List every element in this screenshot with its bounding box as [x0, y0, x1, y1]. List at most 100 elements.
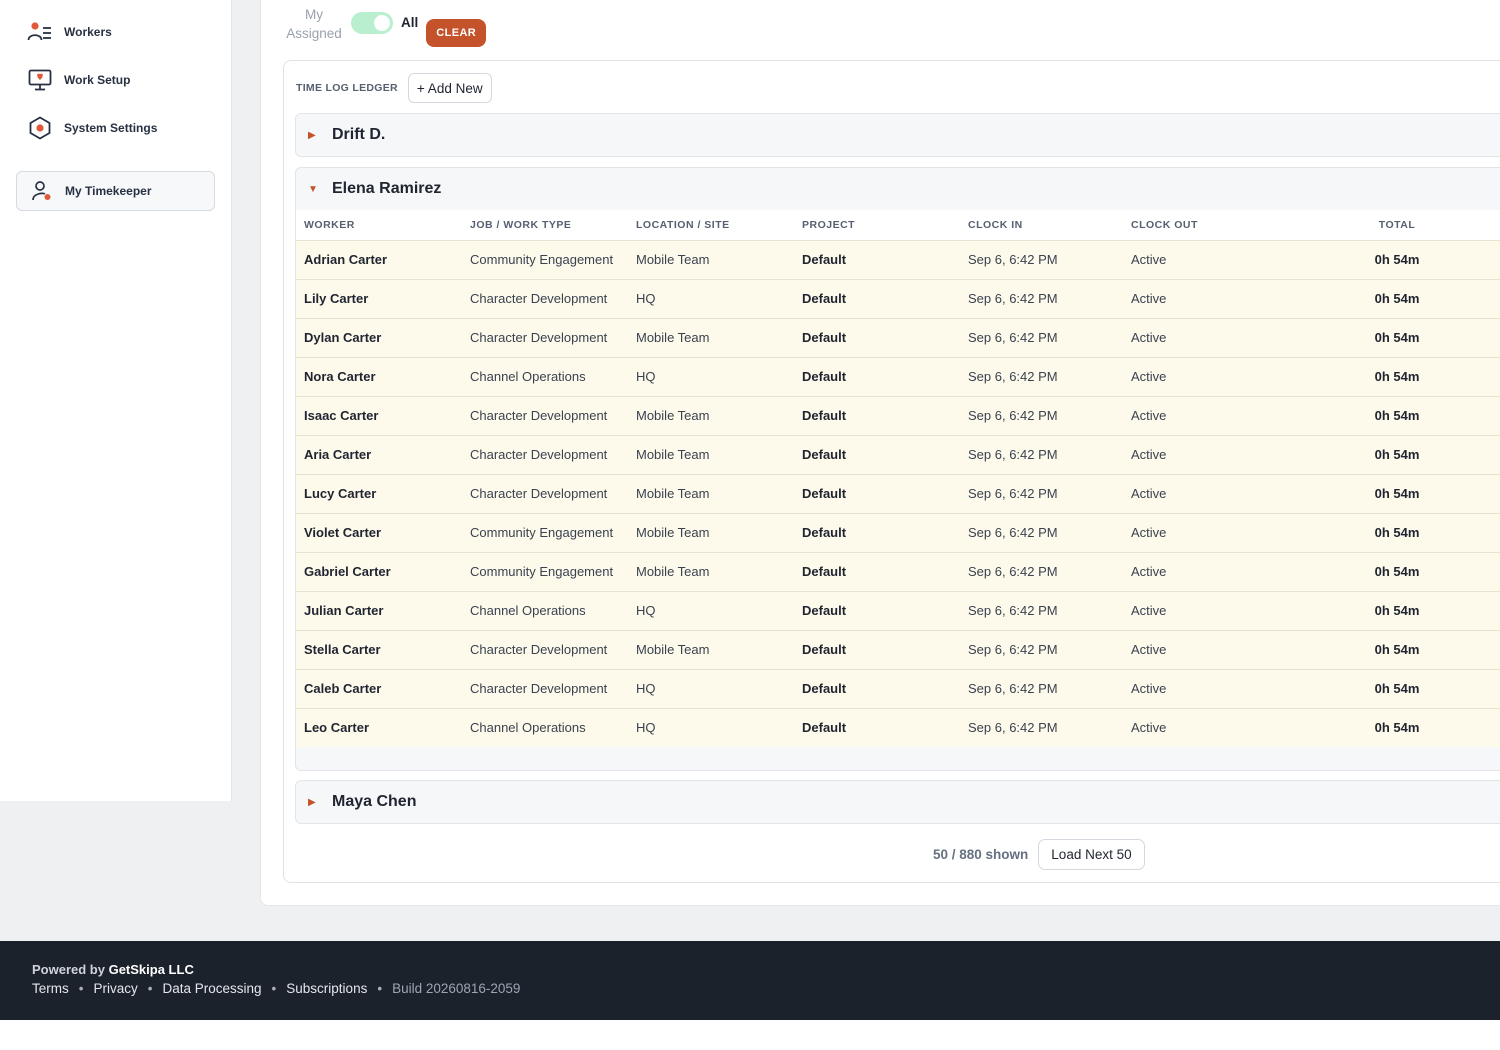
project-cell: Default [794, 473, 960, 513]
subscriptions-link[interactable]: Subscriptions [286, 981, 367, 996]
clock-in-cell: Sep 6, 6:42 PM [960, 629, 1123, 669]
table-row[interactable]: Gabriel Carter Community Engagement Mobile… [296, 551, 1500, 591]
group-header[interactable]: ▼ Elena Ramirez [296, 168, 1500, 210]
job-cell: Channel Operations [462, 356, 628, 396]
total-cell: 0h 54m [1286, 512, 1500, 552]
terms-link[interactable]: Terms [32, 981, 69, 996]
location-cell: Mobile Team [628, 434, 794, 474]
job-cell: Character Development [462, 434, 628, 474]
table-row[interactable]: Stella Carter Character Development Mobile… [296, 629, 1500, 669]
group-header[interactable]: ▶ Drift D. [296, 114, 1500, 156]
table-header-row: WORKER JOB / WORK TYPE LOCATION / SITE P… [296, 210, 1500, 240]
clock-in-cell: Sep 6, 6:42 PM [960, 434, 1123, 474]
clear-button[interactable]: CLEAR [426, 19, 487, 47]
table-row[interactable]: Nora Carter Channel Operations HQ Default Se… [296, 356, 1500, 396]
pager: 50 / 880 shown Load Next 50 [933, 839, 1145, 870]
project-cell: Default [794, 512, 960, 552]
total-cell: 0h 54m [1286, 629, 1500, 669]
sidebar-item-work-setup[interactable]: Work Setup [26, 66, 130, 94]
data-processing-link[interactable]: Data Processing [162, 981, 261, 996]
total-cell: 0h 54m [1286, 239, 1500, 279]
table-row[interactable]: Julian Carter Channel Operations HQ Default… [296, 590, 1500, 630]
monitor-icon [26, 66, 54, 94]
table-row[interactable]: Violet Carter Community Engagement Mobile … [296, 512, 1500, 552]
clock-in-cell: Sep 6, 6:42 PM [960, 278, 1123, 318]
job-cell: Character Development [462, 317, 628, 357]
total-cell: 0h 54m [1286, 590, 1500, 630]
load-next-button[interactable]: Load Next 50 [1038, 839, 1145, 870]
worker-cell: Lucy Carter [296, 473, 462, 513]
shown-count: 50 / 880 shown [933, 847, 1029, 862]
sidebar-item-label: Work Setup [64, 73, 131, 87]
caret-down-icon: ▼ [308, 183, 318, 195]
footer: Powered by GetSkipa LLC Terms • Privacy … [0, 941, 1500, 1020]
project-cell: Default [794, 239, 960, 279]
table-row[interactable]: Dylan Carter Character Development Mobile … [296, 317, 1500, 357]
toggle-knob [374, 15, 390, 31]
total-cell: 0h 54m [1286, 278, 1500, 318]
job-cell: Channel Operations [462, 707, 628, 747]
table-row[interactable]: Lily Carter Character Development HQ Defaul… [296, 278, 1500, 318]
location-cell: Mobile Team [628, 512, 794, 552]
separator: • [147, 981, 153, 996]
assigned-all-toggle[interactable] [351, 12, 393, 34]
location-cell: Mobile Team [628, 473, 794, 513]
add-new-button[interactable]: + Add New [407, 73, 492, 103]
column-header-total[interactable]: TOTAL [1286, 210, 1500, 240]
separator: • [377, 981, 383, 996]
total-cell: 0h 54m [1286, 707, 1500, 747]
powered-prefix: Powered by [32, 962, 105, 977]
worker-cell: Adrian Carter [296, 239, 462, 279]
table-row[interactable]: Adrian Carter Community Engagement Mobile … [296, 239, 1500, 279]
company-name: GetSkipa LLC [108, 962, 194, 977]
column-header-location[interactable]: LOCATION / SITE [628, 210, 794, 240]
table-row[interactable]: Aria Carter Character Development Mobile T… [296, 434, 1500, 474]
total-cell: 0h 54m [1286, 317, 1500, 357]
total-cell: 0h 54m [1286, 356, 1500, 396]
total-cell: 0h 54m [1286, 395, 1500, 435]
location-cell: Mobile Team [628, 629, 794, 669]
location-cell: HQ [628, 278, 794, 318]
sidebar-item-label: System Settings [64, 121, 158, 135]
clock-out-cell: Active [1123, 239, 1286, 279]
column-header-worker[interactable]: WORKER [296, 210, 462, 240]
sidebar-item-system-settings[interactable]: System Settings [26, 114, 157, 142]
job-cell: Character Development [462, 629, 628, 669]
sidebar-item-label: My Timekeeper [65, 184, 152, 198]
clock-in-cell: Sep 6, 6:42 PM [960, 668, 1123, 708]
column-header-project[interactable]: PROJECT [794, 210, 960, 240]
sidebar-item-workers[interactable]: Workers [26, 18, 112, 46]
sidebar: Workers Work Setup System Settings My Ti… [0, 0, 232, 801]
clock-in-cell: Sep 6, 6:42 PM [960, 707, 1123, 747]
clock-out-cell: Active [1123, 434, 1286, 474]
privacy-link[interactable]: Privacy [93, 981, 137, 996]
worker-cell: Isaac Carter [296, 395, 462, 435]
clock-out-cell: Active [1123, 395, 1286, 435]
location-cell: HQ [628, 590, 794, 630]
project-cell: Default [794, 590, 960, 630]
location-cell: Mobile Team [628, 395, 794, 435]
location-cell: Mobile Team [628, 317, 794, 357]
job-cell: Character Development [462, 395, 628, 435]
assignment-filter: My Assigned All CLEAR [285, 5, 487, 47]
table-row[interactable]: Leo Carter Channel Operations HQ Default Sep… [296, 707, 1500, 747]
ledger-title: TIME LOG LEDGER [296, 82, 398, 94]
total-cell: 0h 54m [1286, 668, 1500, 708]
group-header[interactable]: ▶ Maya Chen [296, 781, 1500, 823]
project-cell: Default [794, 317, 960, 357]
sidebar-item-my-timekeeper[interactable]: My Timekeeper [16, 171, 215, 211]
column-header-clock-out[interactable]: CLOCK OUT [1123, 210, 1286, 240]
table-row[interactable]: Lucy Carter Character Development Mobile T… [296, 473, 1500, 513]
column-header-job[interactable]: JOB / WORK TYPE [462, 210, 628, 240]
table-body: Adrian Carter Community Engagement Mobile … [296, 239, 1500, 747]
table-row[interactable]: Isaac Carter Character Development Mobile … [296, 395, 1500, 435]
project-cell: Default [794, 278, 960, 318]
table-row[interactable]: Caleb Carter Character Development HQ Defau… [296, 668, 1500, 708]
clock-in-cell: Sep 6, 6:42 PM [960, 356, 1123, 396]
total-cell: 0h 54m [1286, 551, 1500, 591]
job-cell: Channel Operations [462, 590, 628, 630]
job-cell: Community Engagement [462, 551, 628, 591]
worker-cell: Violet Carter [296, 512, 462, 552]
column-header-clock-in[interactable]: CLOCK IN [960, 210, 1123, 240]
clock-out-cell: Active [1123, 317, 1286, 357]
